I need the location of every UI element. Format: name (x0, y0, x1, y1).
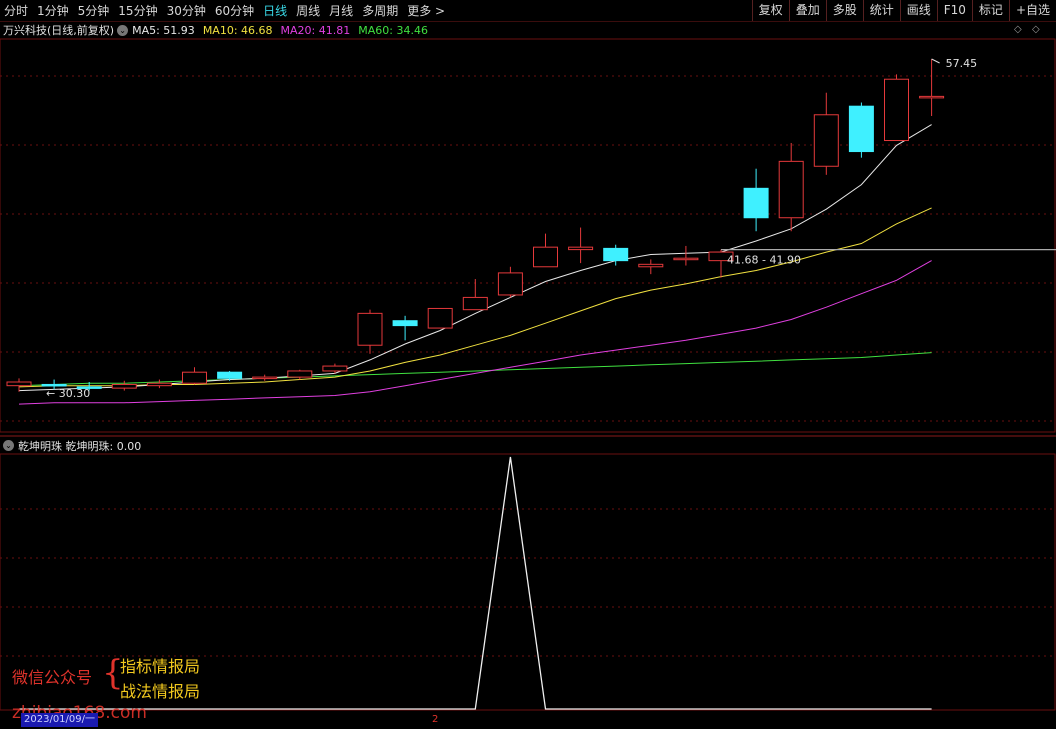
indicator-label: 乾坤明珠 乾坤明珠: 0.00 (18, 439, 142, 453)
chevron-down-icon[interactable]: ⌄ (117, 24, 129, 36)
watermark-wechat: 微信公众号 (12, 668, 93, 687)
candle-body (884, 78, 909, 142)
candle-body (743, 187, 769, 219)
candle-body (533, 246, 558, 268)
tool-button[interactable]: F10 (936, 0, 972, 21)
candle-body (919, 95, 945, 99)
candle-body (217, 371, 243, 379)
period-tab[interactable]: 月线 (329, 2, 353, 19)
candle-body (287, 370, 313, 378)
indicator-info-bar: ⌄ 乾坤明珠 乾坤明珠: 0.00 (0, 438, 141, 453)
ma-label: MA5: 51.93 (132, 23, 195, 37)
watermark-line2: 战法情报局 (120, 682, 201, 701)
period-tab[interactable]: 5分钟 (78, 2, 110, 19)
ma-label: MA60: 34.46 (358, 23, 428, 37)
candle-body (111, 383, 137, 389)
tool-button[interactable]: 叠加 (788, 0, 826, 21)
right-tools: 复权 叠加 多股 统计 画线 F10 标记 +自选 (751, 0, 1056, 21)
high-label: 57.45 (946, 57, 978, 70)
candle-body (182, 371, 207, 384)
crosshair-label: 41.68 - 41.90 (727, 254, 801, 267)
candle-body (568, 246, 594, 251)
watermark-line1: 指标情报局 (120, 657, 201, 676)
period-tab[interactable]: 1分钟 (37, 2, 69, 19)
tool-button[interactable]: 复权 (751, 0, 789, 21)
candle-body (638, 263, 664, 268)
candle-body (252, 376, 278, 380)
candle-body (848, 105, 874, 153)
candle-body (813, 114, 839, 167)
ma-label: MA20: 41.81 (280, 23, 351, 37)
tool-button[interactable]: 画线 (899, 0, 937, 21)
candle-body (462, 296, 488, 311)
period-tab[interactable]: 60分钟 (215, 2, 254, 19)
chevron-down-icon[interactable]: ⌄ (3, 440, 14, 451)
ma60-line (18, 352, 932, 387)
diamond-icon[interactable]: ◇ (1014, 24, 1022, 35)
candle-body (146, 382, 172, 387)
stock-title: 万兴科技(日线,前复权) (3, 24, 115, 37)
period-tabs: 分时 1分钟 5分钟 15分钟 30分钟 60分钟 日线 周线 月线 多周期 更多 > (4, 0, 454, 21)
period-tab[interactable]: 分时 (4, 2, 28, 19)
tool-button[interactable]: 统计 (862, 0, 900, 21)
period-tab[interactable]: 15分钟 (118, 2, 157, 19)
period-tab[interactable]: 30分钟 (167, 2, 206, 19)
low-label: ← 30.30 (46, 387, 90, 400)
ma-labels: MA5: 51.93 MA10: 46.68 MA20: 41.81 MA60: 34… (132, 24, 436, 37)
candle-body (778, 160, 804, 219)
candle-body (427, 307, 453, 329)
tool-button[interactable]: 标记 (971, 0, 1009, 21)
high-marker (931, 58, 940, 64)
candle-body (41, 383, 67, 387)
main-info-bar: 万兴科技(日线,前复权) ⌄ MA5: 51.93 MA10: 46.68 MA20… (0, 22, 1056, 38)
tool-button[interactable]: 多股 (825, 0, 863, 21)
candle-body (603, 247, 629, 262)
page-number[interactable]: 2 (432, 714, 438, 725)
chart-canvas[interactable]: 41.68 - 41.90 57.45 ← 30.30 (0, 0, 1056, 729)
period-tab[interactable]: 更多 > (407, 2, 445, 19)
period-tab[interactable]: 周线 (296, 2, 320, 19)
diamond-icon[interactable]: ◇ (1032, 24, 1040, 35)
period-tab[interactable]: 多周期 (362, 2, 398, 19)
tool-button[interactable]: +自选 (1008, 0, 1056, 21)
candle-body (392, 320, 418, 327)
ma-label: MA10: 46.68 (202, 23, 273, 37)
candle-body (322, 365, 348, 372)
candle-body (357, 312, 383, 346)
toolbar: 分时 1分钟 5分钟 15分钟 30分钟 60分钟 日线 周线 月线 多周期 更多 > 复权 叠加 多股… (0, 0, 1056, 22)
cursor-date: 2023/01/09/一 (21, 713, 99, 727)
candle-body (6, 381, 32, 387)
candle-body (673, 257, 699, 261)
candle-body (497, 272, 523, 296)
period-tab[interactable]: 日线 (263, 2, 287, 19)
